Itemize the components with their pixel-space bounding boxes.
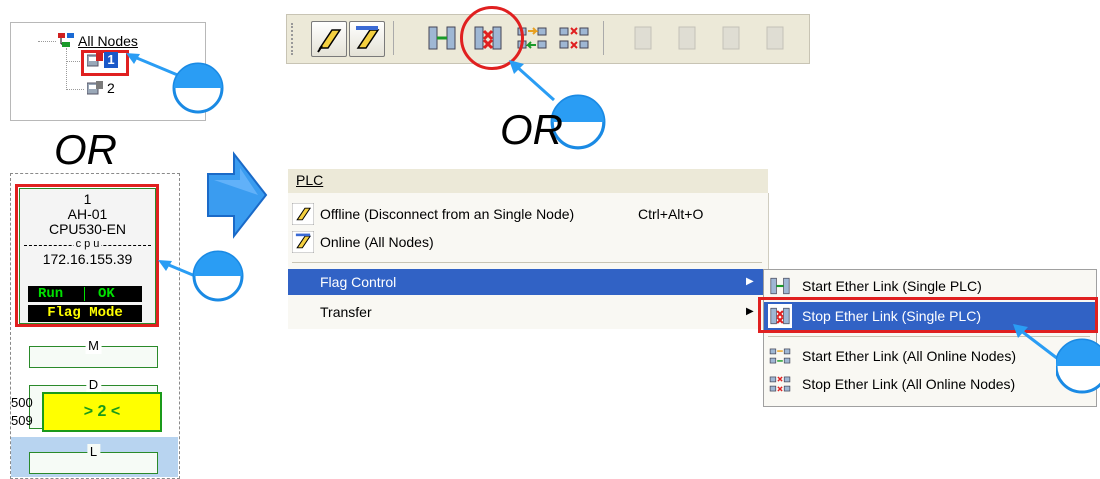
toolbar-separator <box>393 21 394 55</box>
online-plug-icon <box>292 231 314 253</box>
disabled-toolbar-button[interactable] <box>715 21 749 55</box>
module-slot-m[interactable]: M <box>29 338 158 368</box>
offline-plug-icon <box>317 29 342 53</box>
or-label: OR <box>54 126 117 173</box>
tree-node-2-label[interactable]: 2 <box>107 80 115 96</box>
range-start: 500 <box>11 395 33 410</box>
stop-all-link-toolbar-button[interactable] <box>557 21 591 55</box>
plc-node-icon[interactable] <box>87 53 103 67</box>
tree-connector <box>66 89 84 90</box>
menu-item-transfer[interactable]: Transfer ▶ <box>288 299 768 325</box>
online-plug-icon <box>356 26 380 49</box>
copy-icon <box>722 26 740 50</box>
highlighted-slot-value[interactable]: > 2 < <box>42 392 162 432</box>
station-number: 1 <box>83 191 92 207</box>
submenu-start-ether-link-single[interactable]: Start Ether Link (Single PLC) <box>764 272 1096 300</box>
copy-icon <box>634 26 652 50</box>
offline-label: Offline (Disconnect from an Single Node) <box>320 206 575 222</box>
plc-station-card[interactable]: 1 AH-01 CPU530-EN c p u 172.16.155.39 <box>19 188 156 324</box>
menu-item-offline[interactable]: Offline (Disconnect from an Single Node)… <box>288 201 768 227</box>
disabled-toolbar-button[interactable] <box>627 21 661 55</box>
menu-separator <box>292 262 762 263</box>
blue-right-arrow-icon <box>207 151 268 239</box>
offline-button[interactable] <box>311 21 347 57</box>
stop-all-link-icon <box>769 376 791 392</box>
plc-node-icon[interactable] <box>87 81 103 95</box>
submenu-stop-ether-link-all[interactable]: Stop Ether Link (All Online Nodes) <box>764 370 1096 398</box>
main-toolbar <box>286 14 810 64</box>
toolbar-separator <box>603 21 604 55</box>
slot-d-label: D <box>85 377 102 393</box>
offline-shortcut: Ctrl+Alt+O <box>638 206 704 222</box>
start-ether-link-icon <box>770 277 790 295</box>
start-all-label: Start Ether Link (All Online Nodes) <box>802 348 1016 364</box>
ok-status: OK <box>98 286 115 302</box>
online-label: Online (All Nodes) <box>320 234 434 250</box>
cpu-separator: c p u <box>20 237 155 252</box>
disabled-toolbar-button[interactable] <box>671 21 705 55</box>
pie-clock-icon <box>1056 338 1100 394</box>
disabled-toolbar-button[interactable] <box>759 21 793 55</box>
slot-value-text: > 2 < <box>83 403 121 420</box>
menu-bar: PLC <box>288 169 768 193</box>
stop-all-link-icon <box>559 27 589 49</box>
start-ether-link-toolbar-button[interactable] <box>425 21 459 55</box>
or-label: OR <box>500 106 563 153</box>
tree-node-1-label: 1 <box>107 52 115 67</box>
slot-m-label: M <box>85 338 102 354</box>
menu-plc[interactable]: PLC <box>296 172 323 188</box>
range-end: 509 <box>11 413 33 428</box>
transfer-label: Transfer <box>320 304 372 320</box>
tree-connector <box>66 48 67 90</box>
menu-item-online[interactable]: Online (All Nodes) <box>288 229 768 255</box>
pie-clock-icon <box>172 62 224 114</box>
plc-cpu: CPU530-EN <box>48 221 127 237</box>
tree-node-1[interactable]: 1 <box>104 52 118 68</box>
mode-bar: Flag Mode <box>28 305 142 322</box>
slot-l-label: L <box>86 444 101 460</box>
start-all-link-icon <box>769 348 791 364</box>
flag-mode-label: Flag Mode <box>47 305 123 321</box>
copy-icon <box>678 26 696 50</box>
module-slot-l[interactable]: L <box>29 444 158 474</box>
start-single-label: Start Ether Link (Single PLC) <box>802 278 982 294</box>
toolbar-grip[interactable] <box>291 23 296 55</box>
hierarchy-icon <box>58 33 74 47</box>
plc-ip: 172.16.155.39 <box>42 251 133 267</box>
online-button[interactable] <box>349 21 385 57</box>
tree-root-label[interactable]: All Nodes <box>78 33 138 49</box>
start-ether-link-icon <box>428 26 456 50</box>
offline-plug-icon <box>292 203 314 225</box>
run-status: Run <box>38 286 64 302</box>
submenu-arrow-icon: ▶ <box>746 306 754 317</box>
menu-item-flag-control[interactable]: Flag Control ▶ <box>288 269 768 295</box>
plc-menu: Offline (Disconnect from an Single Node)… <box>288 193 769 329</box>
flag-control-label: Flag Control <box>320 274 397 290</box>
pie-clock-icon <box>192 250 244 302</box>
plc-model: AH-01 <box>67 206 108 222</box>
tree-connector <box>38 41 56 42</box>
copy-icon <box>766 26 784 50</box>
stop-all-label: Stop Ether Link (All Online Nodes) <box>802 376 1016 392</box>
status-bar: Run OK <box>28 286 142 302</box>
submenu-arrow-icon: ▶ <box>746 276 754 287</box>
